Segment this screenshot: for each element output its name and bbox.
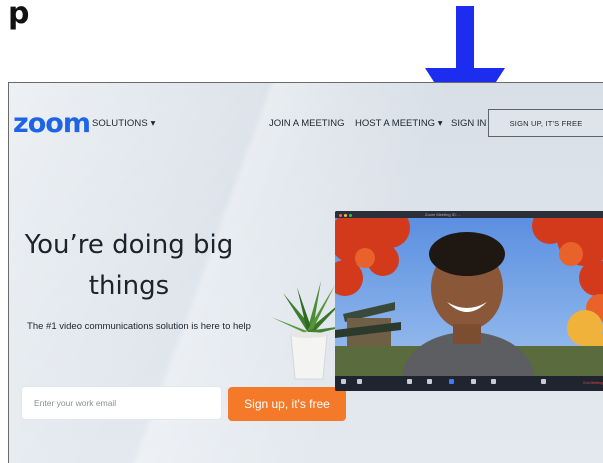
signup-cta-button[interactable]: Sign up, it's free bbox=[228, 387, 346, 421]
share-icon bbox=[449, 379, 454, 384]
mic-icon bbox=[341, 379, 346, 384]
end-meeting-label: End Meeting bbox=[583, 381, 603, 385]
video-participant-image bbox=[335, 218, 603, 376]
video-window-titlebar: Zoom Meeting ID: ... bbox=[335, 211, 603, 218]
chevron-down-icon: ▾ bbox=[437, 118, 443, 129]
chat-icon bbox=[471, 379, 476, 384]
signup-nav-button[interactable]: SIGN UP, IT'S FREE bbox=[488, 109, 603, 137]
invite-icon bbox=[407, 379, 412, 384]
participants-icon bbox=[427, 379, 432, 384]
video-window-title: Zoom Meeting ID: ... bbox=[425, 212, 462, 217]
more-icon bbox=[541, 379, 546, 384]
sign-in-link[interactable]: SIGN IN bbox=[451, 118, 486, 129]
hero-title-line1: You’re doing big bbox=[24, 230, 234, 260]
top-nav: zoom SOLUTIONS ▾ JOIN A MEETING HOST A M… bbox=[9, 83, 603, 153]
camera-icon bbox=[357, 379, 362, 384]
host-meeting-label: HOST A MEETING bbox=[355, 118, 436, 129]
host-meeting-menu[interactable]: HOST A MEETING ▾ bbox=[355, 118, 443, 129]
hero-title-line2: things bbox=[88, 271, 170, 301]
work-email-input[interactable] bbox=[21, 386, 222, 420]
video-call-preview: Zoom Meeting ID: ... End Meeting bbox=[335, 211, 603, 391]
record-icon bbox=[491, 379, 496, 384]
video-toolbar: End Meeting bbox=[335, 376, 603, 391]
solutions-menu[interactable]: SOLUTIONS ▾ bbox=[92, 118, 155, 129]
zoom-logo[interactable]: zoom bbox=[13, 109, 91, 139]
partial-heading-text: p bbox=[8, 0, 30, 31]
solutions-label: SOLUTIONS bbox=[92, 118, 148, 129]
hero-subtitle: The #1 video communications solution is … bbox=[27, 321, 251, 332]
join-meeting-link[interactable]: JOIN A MEETING bbox=[269, 118, 345, 129]
chevron-down-icon: ▾ bbox=[150, 118, 156, 129]
zoom-homepage-screenshot: zoom SOLUTIONS ▾ JOIN A MEETING HOST A M… bbox=[8, 82, 603, 463]
